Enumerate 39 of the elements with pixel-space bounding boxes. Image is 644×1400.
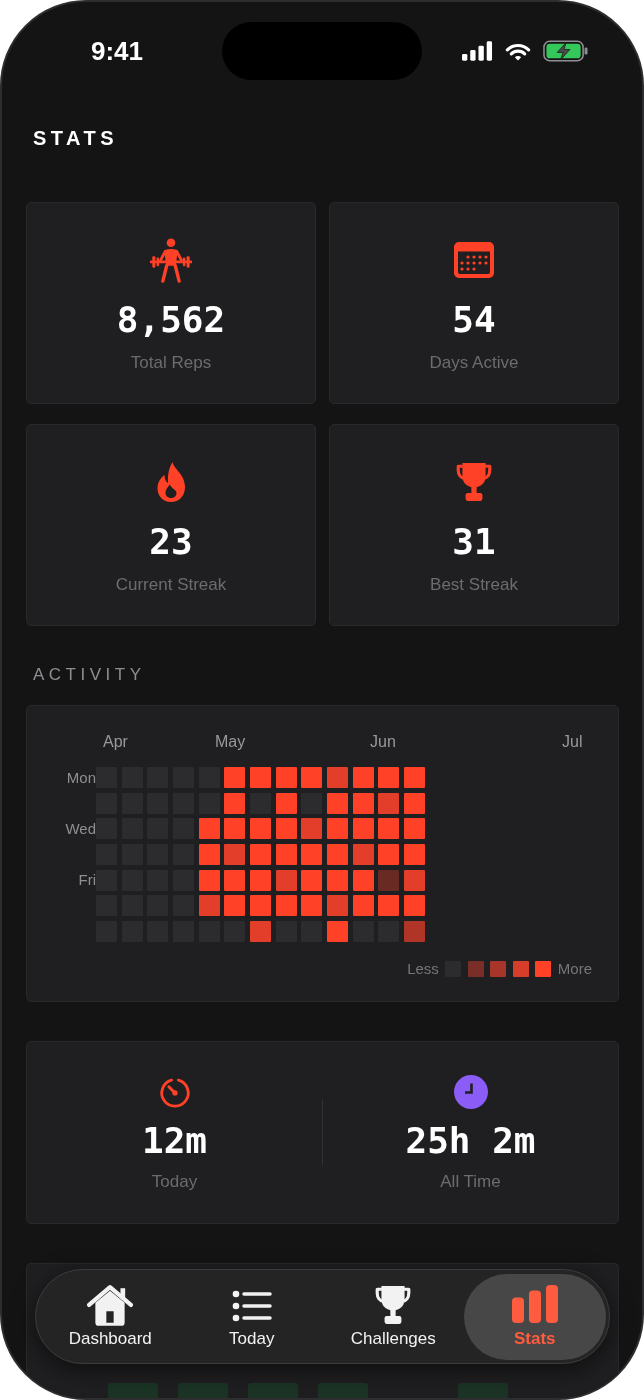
battery-charging-icon [543,40,588,62]
calendar-icon [454,242,494,278]
stat-value: 54 [452,300,496,340]
legend-label: Less [407,959,439,978]
section-title: ACTIVITY [33,665,146,685]
stat-value: 23 [149,522,193,562]
stat-value: 31 [452,522,496,562]
signal-icon [462,41,493,61]
tab-button[interactable]: Dashboard [39,1273,181,1360]
clock-icon [453,1075,488,1109]
home-icon [87,1284,134,1327]
stat-label: Days Active [429,353,519,373]
weightlifter-icon [148,237,194,283]
time-label: Today [151,1172,198,1192]
stat-label: Current Streak [115,575,227,595]
legend-label: More [557,959,592,978]
stat-label: Best Streak [430,575,518,595]
trophy-icon [375,1284,412,1325]
stat-value: 8,562 [116,300,226,340]
month-label: Jul [562,734,583,750]
month-label: May [215,734,246,750]
list-icon [231,1288,272,1323]
day-label: Fri [78,871,96,890]
flame-icon [156,461,186,503]
wifi-icon [505,41,531,61]
time-value: 25h 2m [405,1121,536,1161]
tab-button[interactable]: Challenges [322,1273,464,1360]
month-label: Apr [103,734,128,750]
stat-label: Total Reps [130,353,212,373]
time-label: All Time [440,1172,501,1192]
time-value: 12m [142,1121,207,1161]
trophy-icon [456,462,492,502]
page-title: STATS [33,126,119,150]
bar-chart-icon [511,1284,558,1323]
status-time: 9:41 [90,36,143,66]
month-label: Jun [370,734,396,750]
day-label: Wed [65,819,96,838]
tab-button[interactable]: Today [181,1273,323,1360]
day-label: Mon [66,768,96,787]
